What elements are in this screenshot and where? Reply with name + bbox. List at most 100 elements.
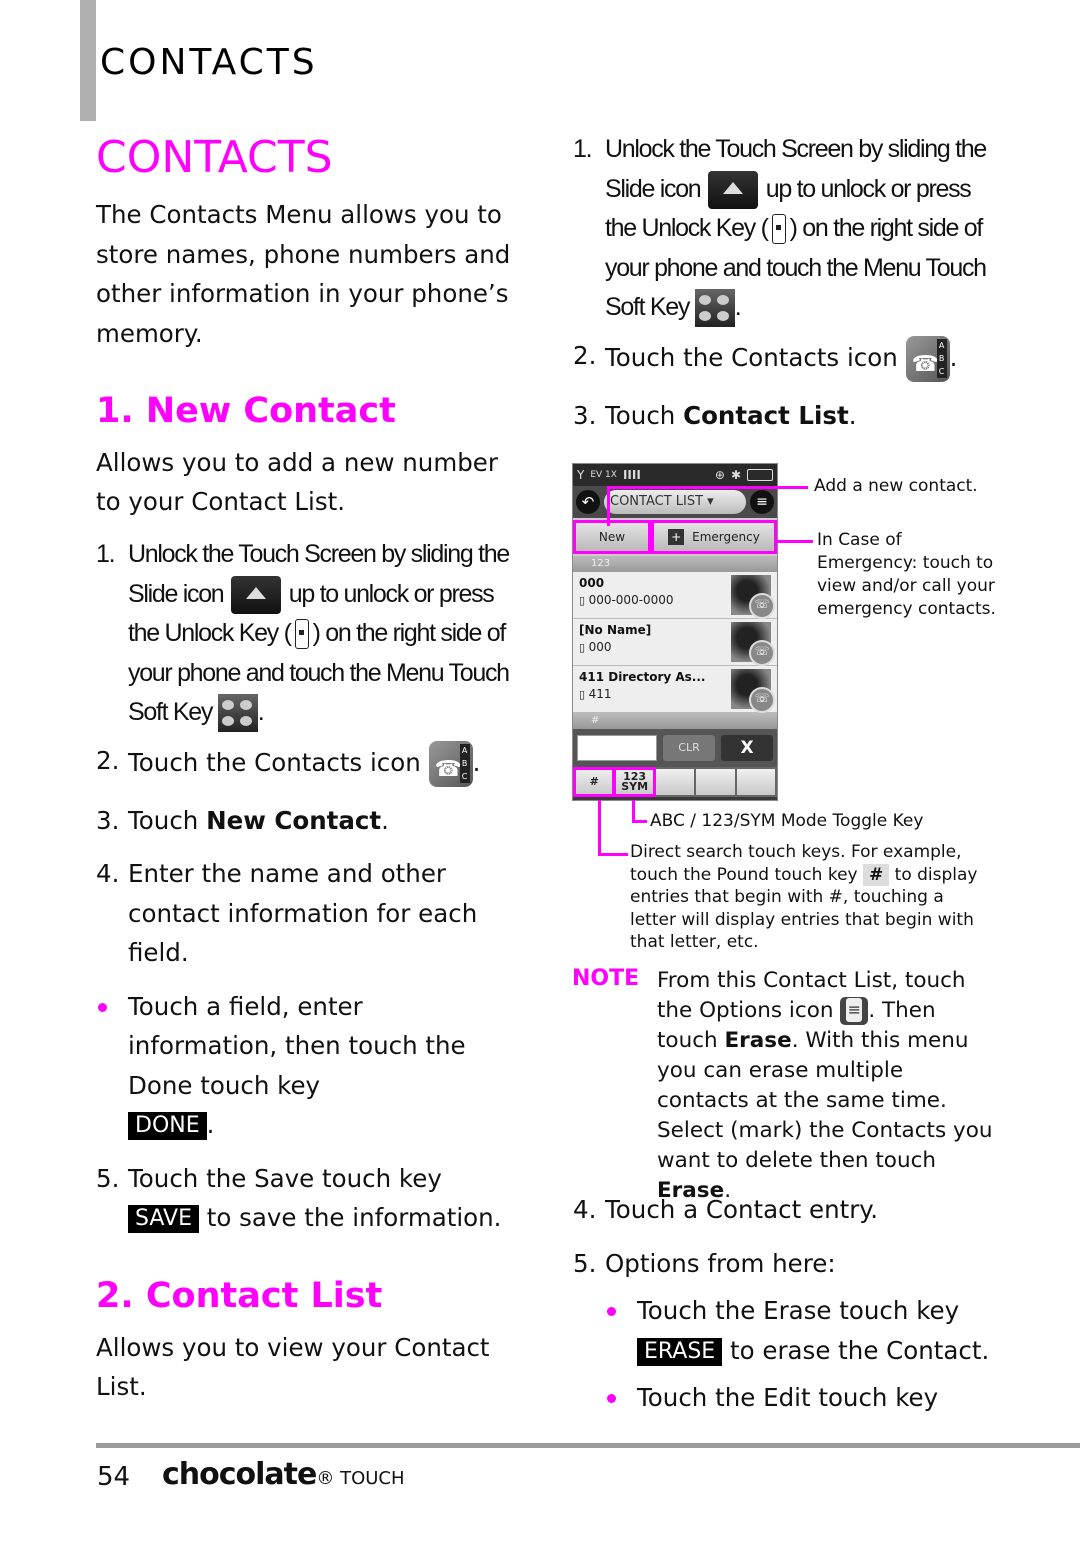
callout-add-new: Add a new contact. xyxy=(814,476,978,496)
step-text: . xyxy=(949,342,958,372)
new-label: New xyxy=(598,530,626,544)
brand-logo: chocolate® TOUCH xyxy=(162,1457,405,1492)
step-bold-text: New Contact xyxy=(206,805,382,835)
emergency-label: Emergency xyxy=(692,530,760,544)
step-text: Enter the name and other contact informa… xyxy=(128,859,478,967)
bullet-dot xyxy=(96,987,128,1145)
avatar xyxy=(731,622,775,666)
callout-line xyxy=(607,486,610,526)
signal-icon: Y xyxy=(577,468,585,482)
avatar xyxy=(731,669,775,713)
section-title-new-contact: 1. New Contact xyxy=(96,391,396,431)
step-number: 3. xyxy=(573,400,597,430)
step-text: . xyxy=(734,293,742,321)
contact-list-step-5: 5. Options from here: xyxy=(573,1244,1003,1284)
step-text: Touch the Save touch key xyxy=(128,1163,442,1193)
callout-emergency: In Case of Emergency: touch to view and/… xyxy=(817,530,996,619)
contact-list-step-2: 2. Touch the Contacts icon . xyxy=(573,335,1003,384)
step-text: to save the information. xyxy=(206,1203,502,1232)
callout-line xyxy=(607,486,808,489)
page-title: CONTACTS xyxy=(96,132,333,183)
menu-soft-key-icon xyxy=(217,694,258,733)
bullet-text: to erase the Contact. xyxy=(730,1335,990,1365)
footer-rule xyxy=(96,1443,1080,1448)
options-icon[interactable]: ≡ xyxy=(750,490,774,514)
right-column-lower: 4. Touch a Contact entry. 5. Options fro… xyxy=(573,1190,1003,1418)
step-number: 5. xyxy=(573,1248,597,1278)
search-key[interactable] xyxy=(696,769,735,795)
callout-direct-search: Direct search touch keys. For example, t… xyxy=(630,841,990,954)
mode-toggle-key[interactable]: 123 SYM xyxy=(613,767,656,797)
avatar xyxy=(731,575,775,619)
contact-row[interactable]: [No Name] 000 xyxy=(573,619,777,666)
phone-title-bar: ↶ CONTACT LIST ▾ ≡ xyxy=(573,486,777,518)
bullet-dot xyxy=(605,1291,637,1370)
unlock-key-icon xyxy=(771,214,786,245)
search-input[interactable] xyxy=(577,735,657,761)
bullet-text: . xyxy=(206,1110,215,1139)
new-contact-step-1: 1. Unlock the Touch Screen by sliding th… xyxy=(96,535,516,733)
close-button[interactable]: X xyxy=(721,735,773,761)
brand-name: chocolate xyxy=(162,1457,317,1492)
new-contact-bullet: Touch a field, enter information, then t… xyxy=(96,987,516,1145)
new-contact-desc: Allows you to add a new number to your C… xyxy=(96,448,498,516)
emergency-button[interactable]: + Emergency xyxy=(651,520,777,554)
note-label: NOTE xyxy=(572,966,640,991)
search-key[interactable] xyxy=(736,769,776,795)
contact-row[interactable]: 411 Directory As... 411 xyxy=(573,666,777,713)
intro-text: The Contacts Menu allows you to store na… xyxy=(96,200,511,348)
page-number: 54 xyxy=(97,1462,131,1492)
new-contact-step-5: 5. Touch the Save touch key SAVE to save … xyxy=(96,1159,516,1238)
bullet-text: Touch a field, enter information, then t… xyxy=(128,991,466,1100)
callout-line xyxy=(598,800,601,856)
bluetooth-icon: ✱ xyxy=(730,468,741,482)
callout-line xyxy=(632,800,635,822)
step-number: 2. xyxy=(96,745,120,775)
network-icon: EV 1X xyxy=(590,470,617,480)
contact-row[interactable]: 000 000-000-0000 xyxy=(573,572,777,619)
group-header-pound: # xyxy=(573,713,777,729)
contacts-icon xyxy=(428,740,473,789)
step-text: . xyxy=(381,805,389,835)
search-key[interactable] xyxy=(655,769,695,795)
new-contact-button[interactable]: New xyxy=(573,520,651,554)
done-key: DONE xyxy=(128,1112,207,1140)
step-text: Touch a Contact entry. xyxy=(605,1195,879,1224)
pound-key[interactable]: # xyxy=(573,767,616,797)
bullet-text: Touch the Edit touch key xyxy=(637,1383,939,1412)
slide-icon xyxy=(708,170,759,209)
callout-line xyxy=(632,820,647,823)
step-text: Touch the Contacts icon xyxy=(605,342,898,372)
contacts-icon xyxy=(905,335,950,384)
note-bold: Erase xyxy=(724,1028,792,1053)
step-number: 1. xyxy=(573,135,593,163)
callout-mode-toggle: ABC / 123/SYM Mode Toggle Key xyxy=(650,811,924,831)
step-text: Touch the Contacts icon xyxy=(128,747,421,777)
callout-line xyxy=(775,540,813,543)
save-key: SAVE xyxy=(128,1205,199,1233)
unlock-key-icon xyxy=(294,619,309,650)
bullet-text: Touch the Erase touch key xyxy=(637,1296,960,1325)
step-number: 4. xyxy=(96,859,120,888)
back-icon[interactable]: ↶ xyxy=(576,490,600,514)
contact-list-dropdown[interactable]: CONTACT LIST ▾ xyxy=(604,490,746,514)
phone-status-bar: Y EV 1X IIII ⊕ ✱ xyxy=(573,464,777,486)
step-text: . xyxy=(257,698,265,726)
contact-list-bullet-erase: Touch the Erase touch key ERASE to erase … xyxy=(573,1291,1003,1370)
step-number: 5. xyxy=(96,1163,120,1193)
header-side-bar xyxy=(80,0,96,121)
signal-bars-icon: IIII xyxy=(622,468,641,482)
group-header-123: 123 xyxy=(573,556,777,572)
contact-list-step-3: 3. Touch Contact List. xyxy=(573,396,1003,436)
new-contact-step-3: 3. Touch New Contact. xyxy=(96,801,516,841)
clear-button[interactable]: CLR xyxy=(663,735,715,761)
phone-key-row: # 123 SYM xyxy=(573,767,777,797)
left-column: CONTACTS The Contacts Menu allows you to… xyxy=(96,130,516,1406)
phone-search-row: CLR X xyxy=(573,729,777,767)
slide-icon xyxy=(231,575,282,614)
gps-icon: ⊕ xyxy=(714,468,725,482)
phone-screenshot: Y EV 1X IIII ⊕ ✱ ↶ CONTACT LIST ▾ ≡ New … xyxy=(572,463,778,801)
step-text: . xyxy=(848,400,857,430)
section-title-contact-list: 2. Contact List xyxy=(96,1275,383,1316)
step-number: 3. xyxy=(96,805,120,835)
